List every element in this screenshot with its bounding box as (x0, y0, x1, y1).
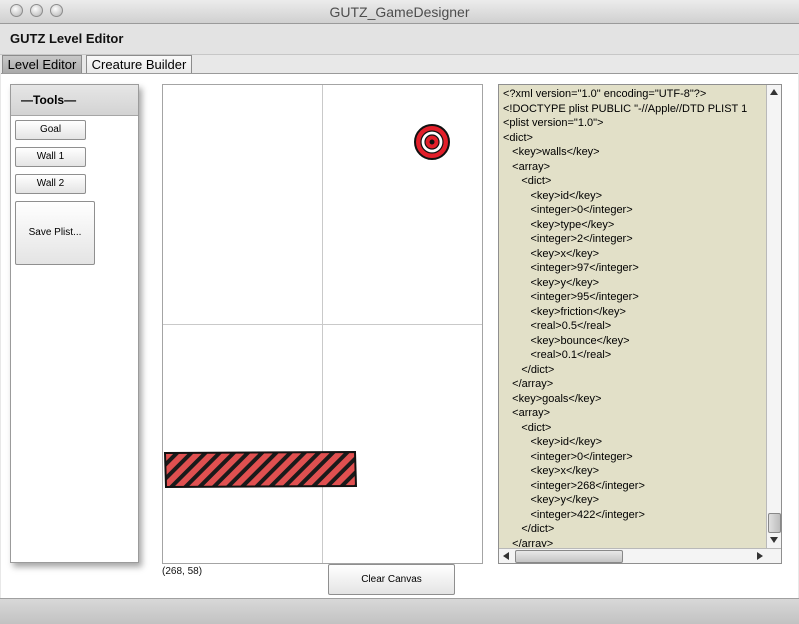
tab-level-editor[interactable]: Level Editor (2, 55, 82, 73)
xml-line: <integer>2</integer> (503, 233, 633, 245)
xml-line: <key>bounce</key> (503, 334, 630, 347)
xml-line: </array> (503, 378, 554, 390)
xml-line: <?xml version="1.0" encoding="UTF-8"?> (503, 88, 707, 100)
goal-tool-button[interactable]: Goal (15, 120, 86, 140)
xml-line: <integer>0</integer> (503, 204, 633, 216)
xml-line: <key>id</key> (503, 436, 603, 448)
xml-horizontal-scrollbar[interactable] (499, 548, 781, 563)
wall-object[interactable] (163, 450, 358, 490)
tools-heading: —Tools— (11, 85, 138, 116)
xml-line: <integer>422</integer> (503, 508, 645, 521)
vertical-scroll-thumb[interactable] (768, 513, 781, 533)
xml-line: <integer>97</integer> (503, 262, 639, 274)
app-header: GUTZ Level Editor (0, 24, 799, 55)
xml-line: <integer>95</integer> (503, 291, 639, 303)
xml-line: </dict> (503, 363, 555, 376)
xml-line: <key>friction</key> (503, 305, 626, 318)
xml-line: <key>y</key> (503, 276, 600, 289)
level-editor-panel: —Tools— Goal Wall 1 Wall 2 Save Plist...… (1, 73, 798, 598)
xml-line: </array> (503, 537, 554, 548)
xml-line: <array> (503, 160, 551, 173)
app-title: GUTZ Level Editor (10, 31, 124, 46)
xml-line: <key>walls</key> (503, 146, 600, 158)
window-title: GUTZ_GameDesigner (329, 4, 470, 20)
xml-vertical-scrollbar[interactable] (766, 85, 781, 549)
xml-line: <key>id</key> (503, 189, 603, 202)
scroll-down-arrow-icon[interactable] (767, 533, 781, 547)
level-canvas[interactable] (162, 84, 483, 564)
cursor-coordinates: (268, 58) (162, 566, 203, 577)
wall1-tool-button[interactable]: Wall 1 (15, 147, 86, 167)
xml-line: <key>x</key> (503, 247, 600, 260)
xml-line: <key>y</key> (503, 494, 600, 506)
xml-line: <dict> (503, 131, 533, 144)
xml-line: <plist version="1.0"> (503, 117, 604, 129)
scroll-right-arrow-icon[interactable] (753, 549, 767, 563)
plist-xml-text[interactable]: <?xml version="1.0" encoding="UTF-8"?> <!… (503, 87, 766, 547)
xml-line: <integer>268</integer> (503, 479, 645, 492)
xml-line: <real>0.5</real> (503, 320, 612, 332)
xml-line: <dict> (503, 421, 552, 434)
scroll-left-arrow-icon[interactable] (499, 549, 513, 563)
xml-line: <key>type</key> (503, 218, 615, 231)
tab-creature-builder[interactable]: Creature Builder (86, 55, 192, 73)
tools-panel: —Tools— Goal Wall 1 Wall 2 Save Plist... (10, 84, 139, 563)
title-bar: GUTZ_GameDesigner (0, 0, 799, 24)
wall2-tool-button[interactable]: Wall 2 (15, 174, 86, 194)
xml-line: <key>goals</key> (503, 392, 602, 405)
xml-line: <array> (503, 407, 551, 419)
xml-line: <integer>0</integer> (503, 450, 633, 463)
clear-canvas-button[interactable]: Clear Canvas (328, 564, 455, 595)
target-icon[interactable] (413, 123, 451, 161)
save-plist-button[interactable]: Save Plist... (15, 201, 95, 265)
xml-line: <key>x</key> (503, 465, 600, 477)
status-bar (0, 598, 799, 624)
xml-line: <dict> (503, 175, 552, 187)
horizontal-scroll-thumb[interactable] (515, 550, 623, 563)
canvas-gridline-horizontal (163, 324, 482, 325)
xml-line: <!DOCTYPE plist PUBLIC "-//Apple//DTD PL… (503, 102, 748, 115)
xml-line: </dict> (503, 523, 555, 535)
xml-line: <real>0.1</real> (503, 349, 612, 361)
scroll-up-arrow-icon[interactable] (767, 85, 781, 99)
plist-xml-view[interactable]: <?xml version="1.0" encoding="UTF-8"?> <!… (498, 84, 782, 564)
